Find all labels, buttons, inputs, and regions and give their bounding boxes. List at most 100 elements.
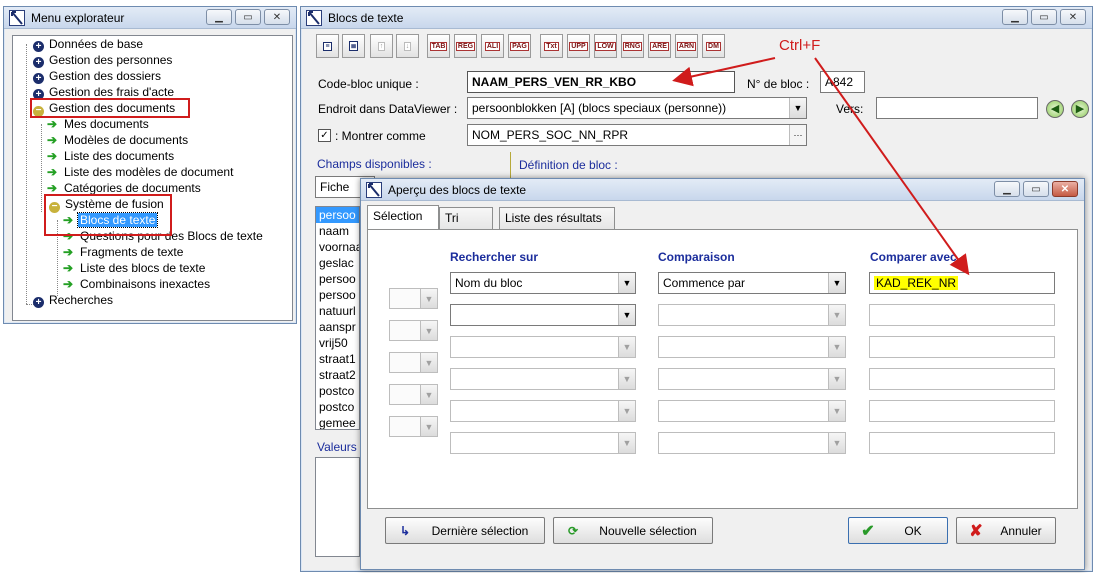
comparaison-dropdown-3[interactable]: ▼ bbox=[658, 336, 846, 358]
ok-button[interactable]: ✔ OK bbox=[848, 517, 948, 544]
list-item[interactable]: vrij50 bbox=[316, 335, 359, 351]
maximize-button[interactable]: ▭ bbox=[1023, 181, 1049, 197]
operator-dropdown-5[interactable]: ▼ bbox=[389, 416, 438, 437]
tree-item-gestion-des-dossiers[interactable]: + Gestion des dossiers bbox=[33, 68, 163, 84]
move-down-button[interactable]: ↓ bbox=[396, 34, 419, 58]
comparaison-dropdown-1[interactable]: Commence par ▼ bbox=[658, 272, 846, 294]
list-item[interactable]: persoo bbox=[316, 207, 359, 223]
minimize-button[interactable]: ▁ bbox=[206, 9, 232, 25]
derniere-selection-button[interactable]: ↳ Dernière sélection bbox=[385, 517, 545, 544]
operator-dropdown-4[interactable]: ▼ bbox=[389, 384, 438, 405]
fields-list[interactable]: persoo naam voornaa geslac persoo persoo… bbox=[315, 206, 360, 430]
list-item[interactable]: postco bbox=[316, 383, 359, 399]
tree-item-gestion-des-personnes[interactable]: + Gestion des personnes bbox=[33, 52, 174, 68]
tree-item-mes-documents[interactable]: ➔ Mes documents bbox=[47, 116, 151, 132]
rechercher-dropdown-2[interactable]: ▼ bbox=[450, 304, 636, 326]
num-bloc-field[interactable]: A842 bbox=[820, 71, 865, 93]
minimize-button[interactable]: ▁ bbox=[994, 181, 1020, 197]
rechercher-dropdown-4[interactable]: ▼ bbox=[450, 368, 636, 390]
rechercher-dropdown-5[interactable]: ▼ bbox=[450, 400, 636, 422]
comparer-field-4[interactable] bbox=[869, 368, 1055, 390]
list-item[interactable]: straat1 bbox=[316, 351, 359, 367]
comparaison-dropdown-2[interactable]: ▼ bbox=[658, 304, 846, 326]
close-button[interactable]: ✕ bbox=[1060, 9, 1086, 25]
vers-field[interactable] bbox=[876, 97, 1038, 119]
list-item[interactable]: postco bbox=[316, 399, 359, 415]
insert-field-button[interactable]: ≡ bbox=[316, 34, 339, 58]
comparaison-dropdown-6[interactable]: ▼ bbox=[658, 432, 846, 454]
tag-low-button[interactable]: LOW bbox=[594, 34, 617, 58]
tag-ali-button[interactable]: ALI bbox=[481, 34, 504, 58]
insert-line-button[interactable]: ≣ bbox=[342, 34, 365, 58]
tree-item-liste-des-modeles[interactable]: ➔ Liste des modèles de document bbox=[47, 164, 235, 180]
definition-separator bbox=[510, 152, 511, 180]
operator-dropdown-2[interactable]: ▼ bbox=[389, 320, 438, 341]
tag-arn-button[interactable]: ARN bbox=[675, 34, 698, 58]
list-item[interactable]: persoo bbox=[316, 287, 359, 303]
comparer-field-2[interactable] bbox=[869, 304, 1055, 326]
nav-next-button[interactable]: ▶ bbox=[1071, 100, 1089, 118]
tree-item-recherches[interactable]: + Recherches bbox=[33, 292, 115, 308]
chevron-down-icon: ▼ bbox=[420, 289, 437, 308]
chevron-down-icon: ▼ bbox=[618, 433, 635, 453]
montrer-checkbox[interactable]: ✓ bbox=[318, 129, 331, 142]
nav-prev-button[interactable]: ◀ bbox=[1046, 100, 1064, 118]
tree-item-donnees-de-base[interactable]: + Données de base bbox=[33, 36, 145, 52]
tag-tab-button[interactable]: TAB bbox=[427, 34, 450, 58]
list-item[interactable]: voornaa bbox=[316, 239, 359, 255]
close-button[interactable]: ✕ bbox=[1052, 181, 1078, 197]
comparaison-dropdown-5[interactable]: ▼ bbox=[658, 400, 846, 422]
minimize-button[interactable]: ▁ bbox=[1002, 9, 1028, 25]
rechercher-dropdown-3[interactable]: ▼ bbox=[450, 336, 636, 358]
operator-dropdown-1[interactable]: ▼ bbox=[389, 288, 438, 309]
chevron-down-icon: ▼ bbox=[618, 305, 635, 325]
highlight-fusion-blocs bbox=[44, 194, 172, 236]
list-item[interactable]: aanspr bbox=[316, 319, 359, 335]
operator-dropdown-3[interactable]: ▼ bbox=[389, 352, 438, 373]
list-item[interactable]: geslac bbox=[316, 255, 359, 271]
tree-item-liste-des-documents[interactable]: ➔ Liste des documents bbox=[47, 148, 176, 164]
tree-item-fragments-de-texte[interactable]: ➔ Fragments de texte bbox=[63, 244, 185, 260]
comparaison-dropdown-4[interactable]: ▼ bbox=[658, 368, 846, 390]
list-item[interactable]: naam bbox=[316, 223, 359, 239]
tab-liste-resultats[interactable]: Liste des résultats bbox=[499, 207, 615, 229]
tab-selection[interactable]: Sélection bbox=[367, 205, 439, 229]
maximize-button[interactable]: ▭ bbox=[1031, 9, 1057, 25]
apercu-dialog: Aperçu des blocs de texte ▁ ▭ ✕ Sélectio… bbox=[360, 178, 1085, 570]
blocs-titlebar: Blocs de texte ▁ ▭ ✕ bbox=[301, 7, 1092, 29]
list-item[interactable]: gemee bbox=[316, 415, 359, 429]
montrer-field[interactable]: NOM_PERS_SOC_NN_RPR ··· bbox=[467, 124, 807, 146]
valeurs-box[interactable] bbox=[315, 457, 360, 557]
app-logo-icon bbox=[9, 10, 25, 26]
annuler-button[interactable]: ✘ Annuler bbox=[956, 517, 1056, 544]
maximize-button[interactable]: ▭ bbox=[235, 9, 261, 25]
move-up-button[interactable]: ↑ bbox=[370, 34, 393, 58]
list-item[interactable]: natuurl bbox=[316, 303, 359, 319]
tree-item-combinaisons-inexactes[interactable]: ➔ Combinaisons inexactes bbox=[63, 276, 212, 292]
list-item[interactable]: persoo bbox=[316, 271, 359, 287]
comparer-field-3[interactable] bbox=[869, 336, 1055, 358]
rechercher-dropdown-6[interactable]: ▼ bbox=[450, 432, 636, 454]
tag-upp-button[interactable]: UPP bbox=[567, 34, 590, 58]
tag-are-button[interactable]: ARE bbox=[648, 34, 671, 58]
ellipsis-icon: ··· bbox=[789, 125, 806, 145]
tag-dm-button[interactable]: DM bbox=[702, 34, 725, 58]
tag-rng-button[interactable]: RNG bbox=[621, 34, 644, 58]
tree-item-liste-des-blocs[interactable]: ➔ Liste des blocs de texte bbox=[63, 260, 207, 276]
nouvelle-selection-button[interactable]: ⟳ Nouvelle sélection bbox=[553, 517, 713, 544]
endroit-dropdown[interactable]: persoonblokken [A] (blocs speciaux (pers… bbox=[467, 97, 807, 119]
tab-tri[interactable]: Tri bbox=[439, 207, 493, 229]
code-bloc-field[interactable]: NAAM_PERS_VEN_RR_KBO bbox=[467, 71, 735, 93]
tag-txt-button[interactable]: Txt bbox=[540, 34, 563, 58]
tag-reg-button[interactable]: REG bbox=[454, 34, 477, 58]
comparer-field-1[interactable]: KAD_REK_NR bbox=[869, 272, 1055, 294]
close-button[interactable]: ✕ bbox=[264, 9, 290, 25]
rechercher-dropdown-1[interactable]: Nom du bloc ▼ bbox=[450, 272, 636, 294]
comparer-field-5[interactable] bbox=[869, 400, 1055, 422]
comparer-field-6[interactable] bbox=[869, 432, 1055, 454]
tag-pag-button[interactable]: PAG bbox=[508, 34, 531, 58]
tree-item-modeles-de-documents[interactable]: ➔ Modèles de documents bbox=[47, 132, 190, 148]
minimize-icon: ▁ bbox=[1011, 11, 1019, 23]
chevron-down-icon: ▼ bbox=[420, 417, 437, 436]
list-item[interactable]: straat2 bbox=[316, 367, 359, 383]
